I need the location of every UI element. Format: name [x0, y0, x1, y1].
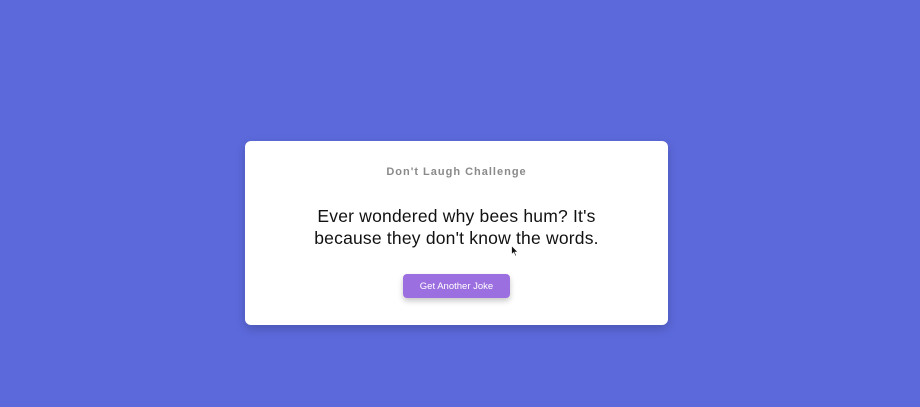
joke-line-2: because they don't know the words. [314, 228, 599, 248]
joke-line-1: Ever wondered why bees hum? It's [317, 206, 596, 226]
mouse-pointer-icon [511, 245, 519, 257]
joke-card: Don't Laugh Challenge Ever wondered why … [245, 141, 668, 325]
joke-text: Ever wondered why bees hum? It's because… [285, 205, 628, 249]
get-another-joke-button[interactable]: Get Another Joke [403, 274, 510, 298]
card-title: Don't Laugh Challenge [386, 166, 527, 178]
